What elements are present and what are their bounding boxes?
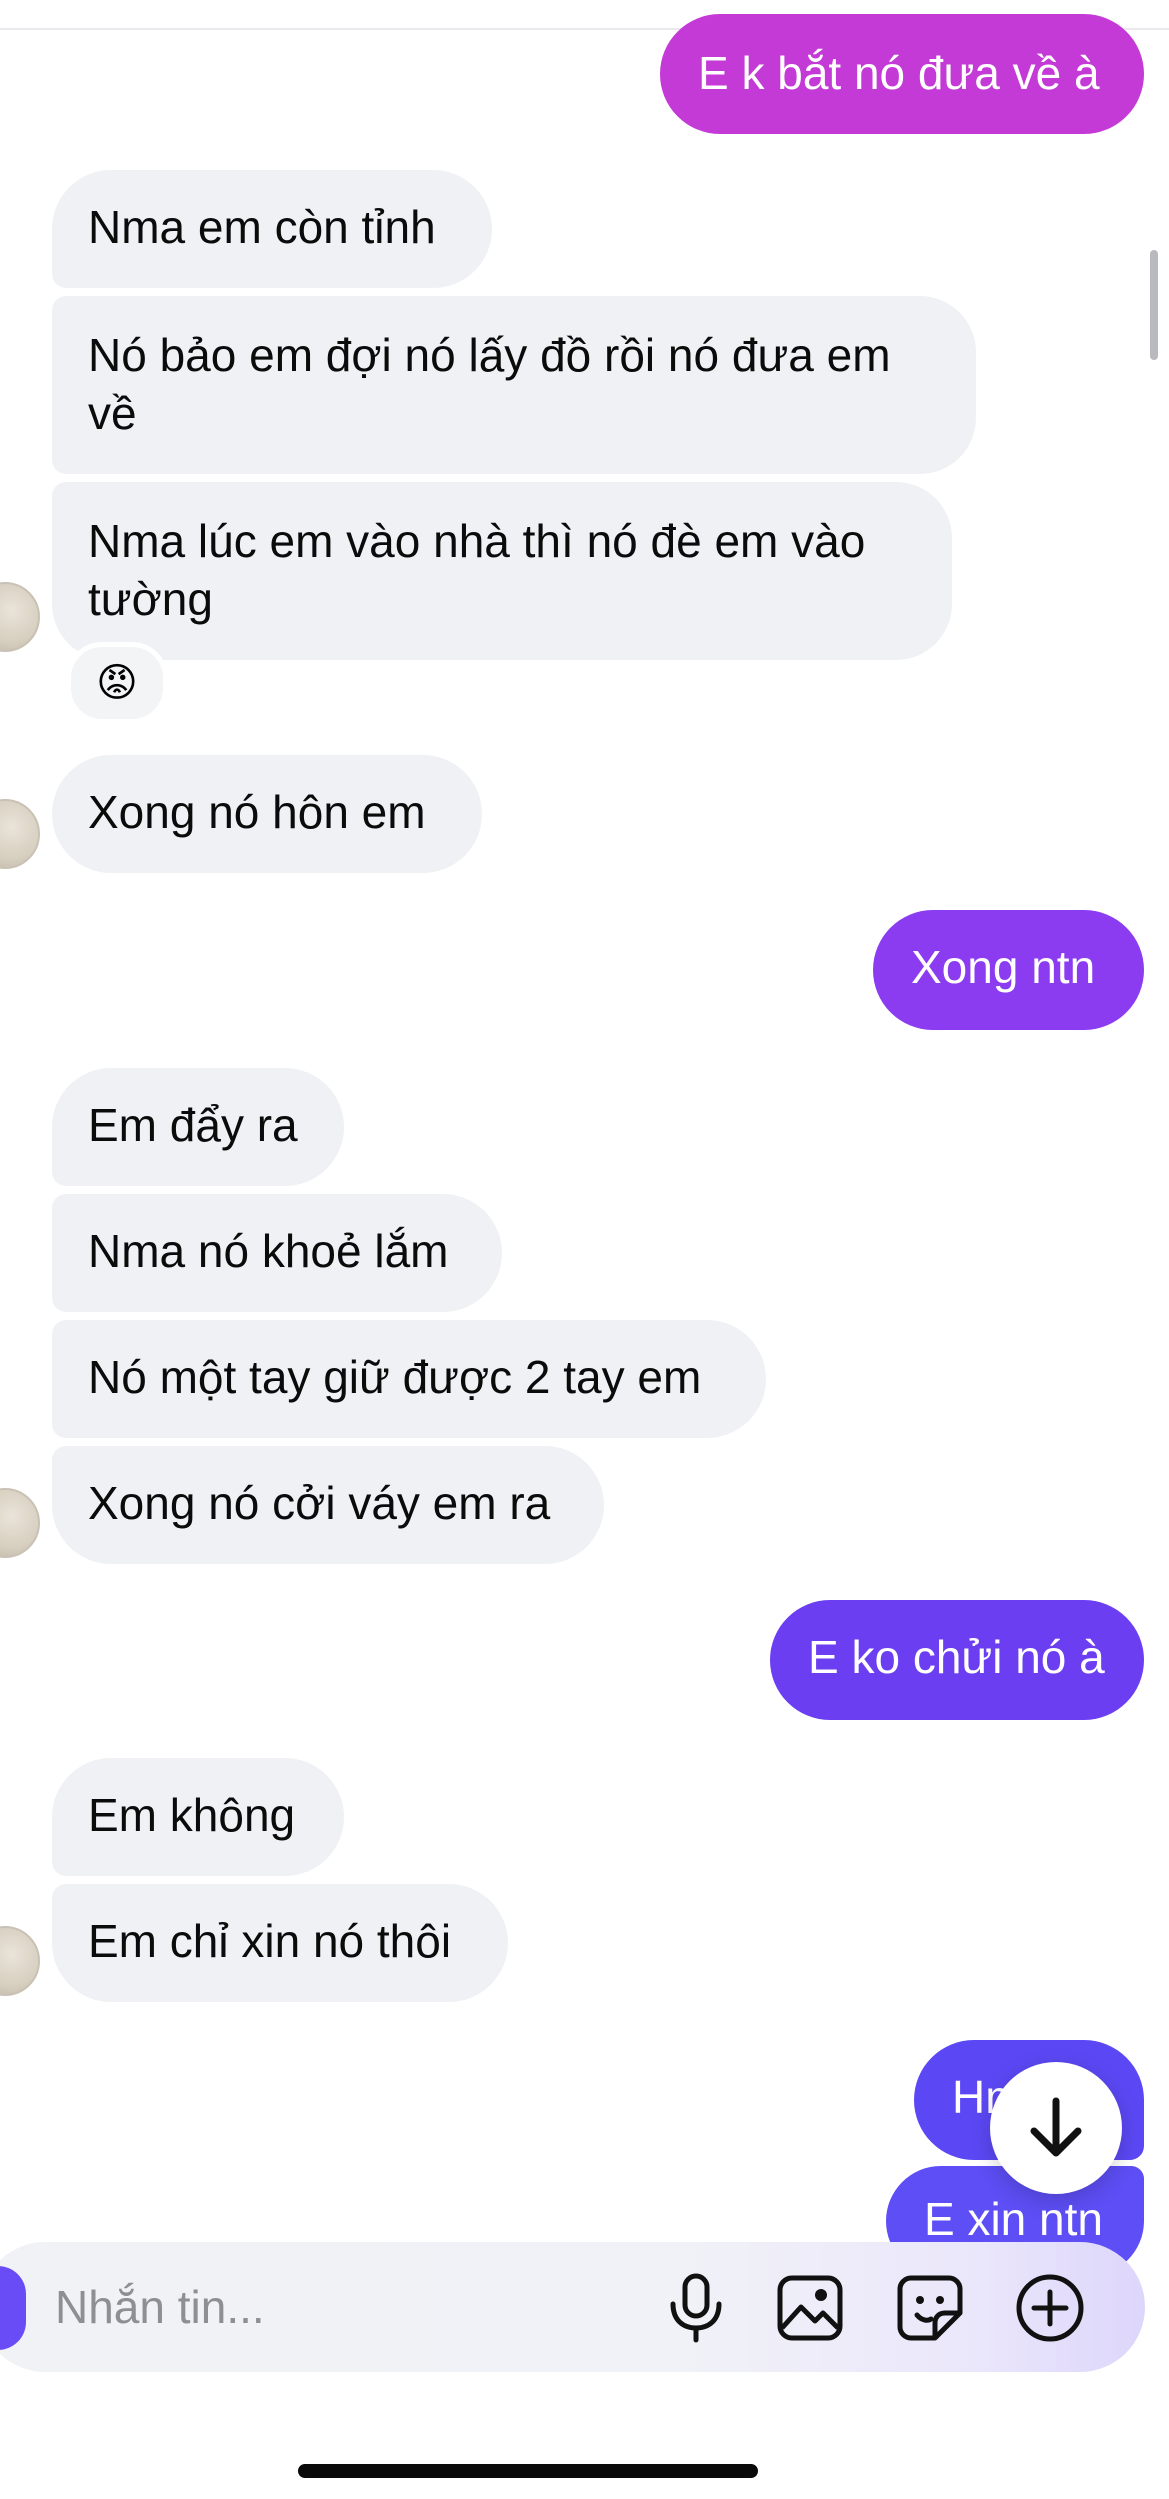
avatar[interactable] [0, 1926, 40, 1996]
sticker-icon [897, 2275, 963, 2341]
avatar[interactable] [0, 799, 40, 869]
incoming-message[interactable]: Nma em còn tỉnh [52, 170, 492, 288]
incoming-message[interactable]: Nó một tay giữ được 2 tay em [52, 1320, 766, 1438]
outgoing-message[interactable]: E k bắt nó đưa về à [660, 14, 1144, 134]
incoming-message[interactable]: Nma nó khoẻ lắm [52, 1194, 502, 1312]
microphone-icon [670, 2273, 722, 2343]
incoming-message[interactable]: Nó bảo em đợi nó lấy đồ rồi nó đưa em về [52, 296, 976, 474]
outgoing-message[interactable]: Xong ntn [873, 910, 1144, 1030]
home-indicator [298, 2464, 758, 2478]
avatar[interactable] [0, 1488, 40, 1558]
add-button[interactable] [1010, 2268, 1090, 2348]
outgoing-message[interactable]: E ko chửi nó à [770, 1600, 1144, 1720]
microphone-button[interactable] [656, 2268, 736, 2348]
reaction-badge[interactable]: 😡 [66, 642, 168, 724]
incoming-message[interactable]: Em đẩy ra [52, 1068, 344, 1186]
incoming-message[interactable]: Em không [52, 1758, 344, 1876]
scroll-to-bottom-button[interactable] [990, 2062, 1122, 2194]
incoming-message[interactable]: Nma lúc em vào nhà thì nó đè em vào tườn… [52, 482, 952, 660]
gallery-button[interactable] [770, 2268, 850, 2348]
incoming-message[interactable]: Em chỉ xin nó thôi [52, 1884, 508, 2002]
angry-face-icon: 😡 [96, 661, 138, 705]
sticker-button[interactable] [890, 2268, 970, 2348]
avatar[interactable] [0, 582, 40, 652]
incoming-message[interactable]: Xong nó cởi váy em ra [52, 1446, 604, 1564]
image-icon [777, 2275, 843, 2341]
scrollbar[interactable] [1150, 250, 1158, 360]
arrow-down-icon [1030, 2097, 1082, 2157]
incoming-message[interactable]: Xong nó hôn em [52, 755, 482, 873]
plus-circle-icon [1016, 2274, 1084, 2342]
message-input[interactable] [55, 2272, 615, 2342]
